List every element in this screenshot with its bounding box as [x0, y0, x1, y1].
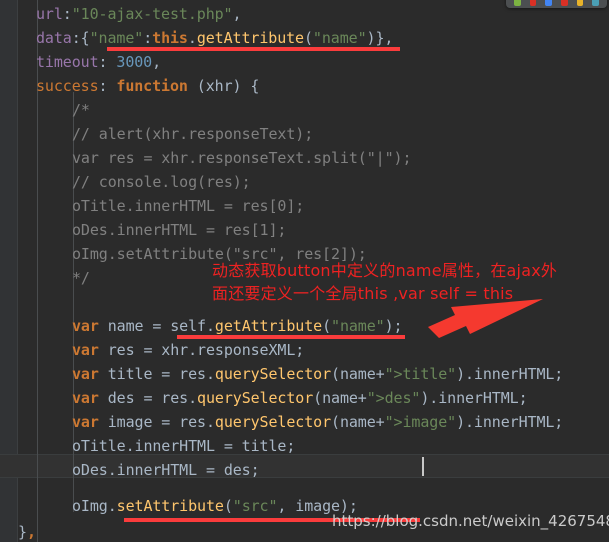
code-line[interactable]: oDes.innerHTML = des; — [0, 458, 260, 482]
code-token: // alert(xhr.responseText); — [72, 125, 314, 143]
underline-data-getattribute — [107, 47, 400, 51]
code-token: var — [72, 317, 99, 335]
code-token: ( — [322, 317, 332, 335]
code-line[interactable]: var title = res.querySelector(name+">tit… — [0, 362, 563, 386]
code-token: timeout — [36, 53, 99, 71]
code-token: "10-ajax-test.php" — [71, 5, 233, 23]
code-token: ( — [223, 497, 233, 515]
code-token: "name" — [89, 29, 144, 47]
code-line[interactable]: // console.log(res); — [0, 170, 251, 194]
code-token: querySelector — [197, 389, 314, 407]
code-token: url — [36, 5, 63, 23]
code-token: : — [143, 29, 153, 47]
underline-self-getattribute — [177, 335, 405, 339]
code-line[interactable]: success: function (xhr) { — [0, 74, 259, 98]
code-line[interactable]: var res = xhr.responseXML; — [0, 338, 304, 362]
code-token: ).innerHTML; — [456, 413, 564, 431]
code-token: : — [98, 53, 117, 71]
text-caret — [422, 457, 424, 476]
code-token: res = xhr.responseXML; — [98, 341, 305, 359]
code-token: success — [36, 77, 99, 95]
code-token: var — [72, 365, 99, 383]
code-token: , — [232, 5, 242, 23]
code-token: oImg. — [72, 497, 117, 515]
code-token: :{ — [71, 29, 90, 47]
code-token: , — [26, 523, 36, 541]
watermark-url: https://blog.csdn.net/weixin_42675488 — [332, 512, 609, 530]
code-token: ); — [384, 317, 403, 335]
code-token: ">title" — [384, 365, 457, 383]
code-token: } — [18, 523, 27, 541]
code-token: setAttribute — [116, 497, 224, 515]
red-swatch-icon[interactable] — [529, 0, 537, 6]
code-token: oDes.innerHTML = des; — [72, 461, 260, 479]
code-line[interactable]: /* — [0, 98, 90, 122]
code-token: oTitle.innerHTML = res[0]; — [72, 197, 305, 215]
code-token: data — [36, 29, 72, 47]
code-token: var — [72, 341, 99, 359]
code-token: . — [187, 29, 197, 47]
code-line[interactable]: */ — [0, 266, 90, 290]
code-token: "src" — [232, 497, 278, 515]
code-line[interactable]: var des = res.querySelector(name+">des")… — [0, 386, 528, 410]
code-token: function — [116, 77, 188, 95]
yellow-swatch-icon[interactable] — [576, 0, 584, 6]
code-editor-screenshot: url:"10-ajax-test.php", data:{"name":this… — [0, 0, 609, 542]
code-token: getAttribute — [196, 29, 304, 47]
code-token: (name+ — [331, 413, 385, 431]
code-token: (name+ — [331, 365, 385, 383]
annotation-note-line-1: 动态获取button中定义的name属性，在ajax外 — [212, 261, 558, 280]
teal-swatch-icon[interactable] — [592, 0, 600, 6]
code-line[interactable]: url:"10-ajax-test.php", — [0, 2, 242, 26]
code-token: ).innerHTML; — [456, 365, 564, 383]
code-token: : — [62, 5, 72, 23]
blue-swatch-icon[interactable] — [545, 0, 553, 6]
code-token: ">des" — [366, 389, 421, 407]
code-line[interactable]: oTitle.innerHTML = title; — [0, 434, 295, 458]
code-token: /* — [72, 101, 90, 119]
code-token: oTitle.innerHTML = title; — [72, 437, 296, 455]
code-token: this — [152, 29, 188, 47]
code-token: : — [98, 77, 117, 95]
code-line[interactable]: }, — [0, 520, 36, 542]
code-line[interactable]: var res = xhr.responseText.split("|"); — [0, 146, 411, 170]
annotation-note-line-2: 面还要定义一个全局this ,var self = this — [212, 284, 514, 303]
code-token: image = res. — [98, 413, 215, 431]
code-line[interactable]: oImg.setAttribute("src", image); — [0, 494, 358, 518]
code-token: querySelector — [214, 413, 332, 431]
code-line[interactable]: var image = res.querySelector(name+">ima… — [0, 410, 563, 434]
code-line[interactable]: // alert(xhr.responseText); — [0, 122, 313, 146]
code-token: querySelector — [214, 365, 332, 383]
code-token: )}, — [366, 29, 394, 47]
code-token: title = res. — [98, 365, 215, 383]
floating-color-toolbar[interactable] — [506, 0, 607, 8]
code-token: var res = xhr.responseText.split("|"); — [72, 149, 412, 167]
code-token: 3000 — [116, 53, 153, 71]
code-token: "name" — [312, 29, 367, 47]
code-token: ( — [303, 29, 313, 47]
code-token: (xhr) { — [187, 77, 260, 95]
code-token: ">image" — [384, 413, 457, 431]
code-token: (name+ — [313, 389, 367, 407]
code-token: var — [72, 413, 99, 431]
code-line[interactable]: oTitle.innerHTML = res[0]; — [0, 194, 304, 218]
code-line[interactable]: timeout: 3000, — [0, 50, 161, 74]
code-token: var — [72, 389, 99, 407]
red2-swatch-icon[interactable] — [561, 0, 568, 6]
code-token: name = self. — [98, 317, 215, 335]
code-token: , — [152, 53, 162, 71]
code-line[interactable]: oDes.innerHTML = res[1]; — [0, 218, 286, 242]
code-token: des = res. — [98, 389, 198, 407]
code-token: // console.log(res); — [72, 173, 251, 191]
code-token: oDes.innerHTML = res[1]; — [72, 221, 287, 239]
code-token: getAttribute — [214, 317, 323, 335]
code-token: "name" — [331, 317, 385, 335]
green-swatch-icon[interactable] — [514, 0, 521, 6]
code-token: */ — [72, 269, 90, 287]
code-token: ).innerHTML; — [420, 389, 528, 407]
